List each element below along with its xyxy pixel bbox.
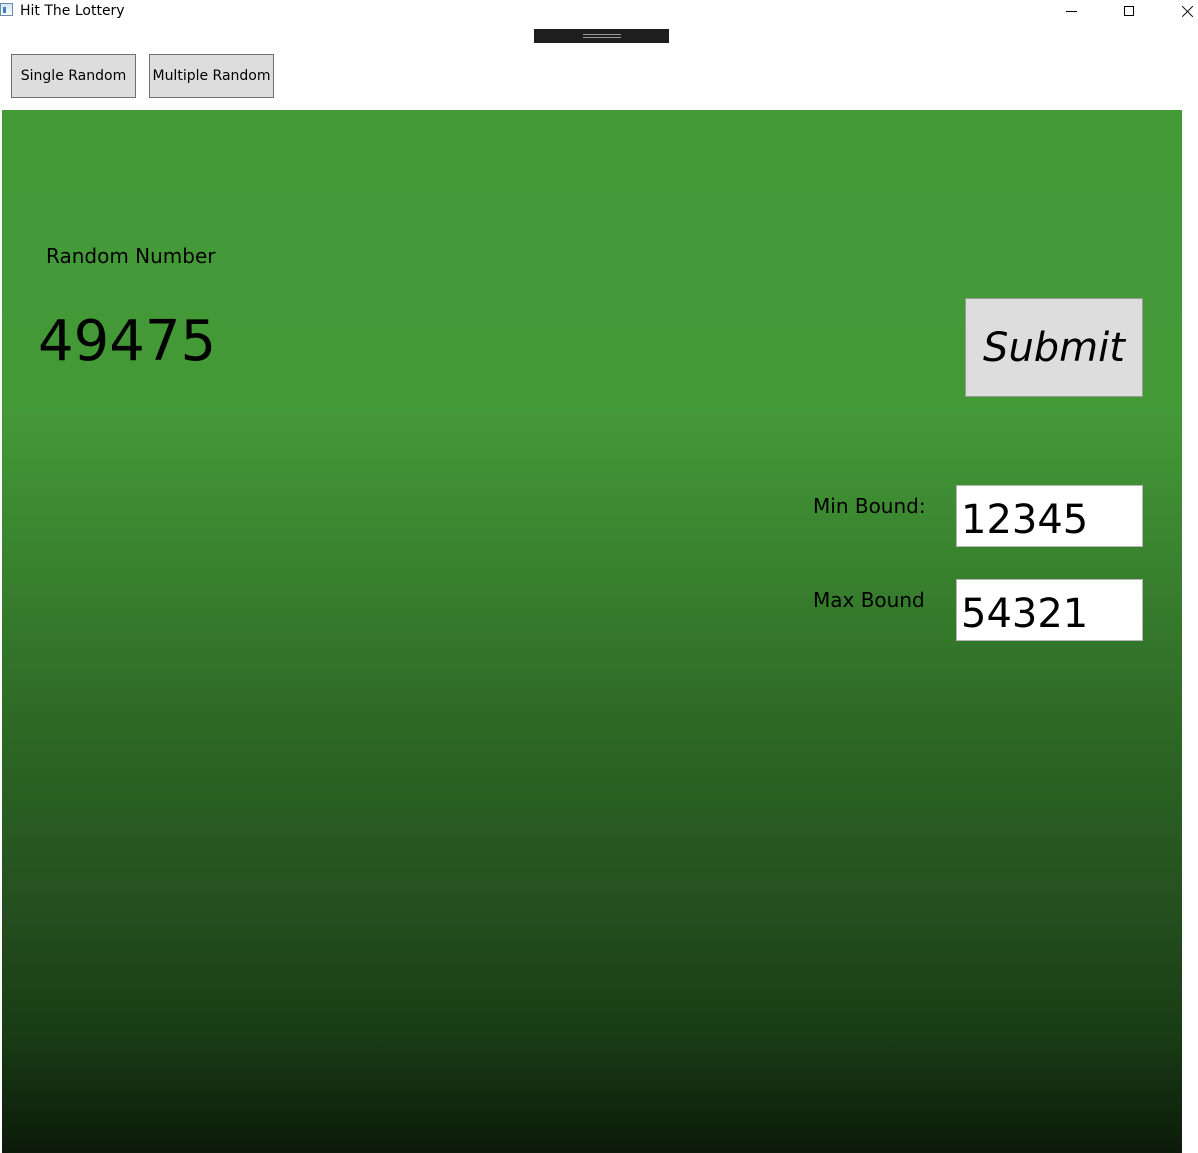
- title-bar[interactable]: Hit The Lottery: [0, 0, 1198, 22]
- window-title: Hit The Lottery: [20, 3, 125, 19]
- random-number-value: 49475: [38, 309, 217, 374]
- submit-button[interactable]: Submit: [965, 298, 1143, 397]
- single-random-button[interactable]: Single Random: [11, 54, 136, 98]
- multiple-random-button[interactable]: Multiple Random: [149, 54, 274, 98]
- main-content-panel: Random Number 49475 Submit Min Bound: Ma…: [2, 110, 1182, 1153]
- close-button[interactable]: [1164, 0, 1198, 22]
- maximize-icon: [1124, 6, 1134, 16]
- min-bound-label: Min Bound:: [813, 494, 926, 518]
- max-bound-label: Max Bound: [813, 588, 925, 612]
- app-icon: [0, 3, 13, 16]
- minimize-button[interactable]: [1048, 0, 1094, 22]
- minimize-icon: [1065, 10, 1077, 12]
- min-bound-input[interactable]: [956, 485, 1143, 547]
- max-bound-input[interactable]: [956, 579, 1143, 641]
- close-icon: [1181, 5, 1194, 18]
- app-window: Hit The Lottery Single Random Multiple R…: [0, 0, 1198, 1153]
- debug-toolbar-handle[interactable]: [534, 29, 669, 43]
- maximize-button[interactable]: [1106, 0, 1152, 22]
- random-number-label: Random Number: [46, 244, 216, 268]
